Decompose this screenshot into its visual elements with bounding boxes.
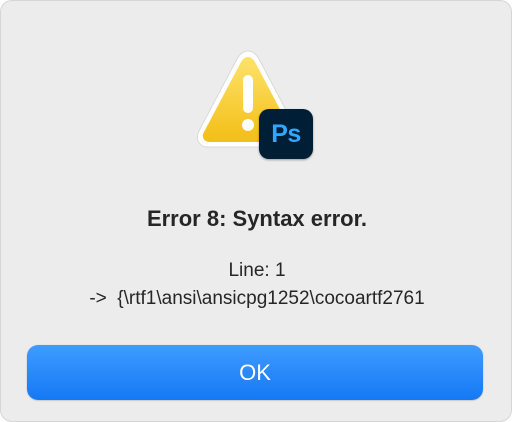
alert-detail-source-line: -> {\rtf1\ansi\ansicpg1252\cocoartf2761 — [89, 288, 425, 309]
ok-button[interactable]: OK — [27, 345, 483, 400]
ok-button-label: OK — [239, 359, 271, 385]
alert-title: Error 8: Syntax error. — [146, 206, 368, 231]
alert-detail-line-number: Line: 1 — [228, 260, 286, 281]
photoshop-app-icon: Ps — [259, 109, 313, 159]
error-alert-dialog: Ps Error 8: Syntax error. Line: 1 -> {\r… — [0, 0, 512, 422]
badge-text: Ps — [271, 119, 301, 148]
alert-icon-group: Ps — [193, 45, 319, 165]
